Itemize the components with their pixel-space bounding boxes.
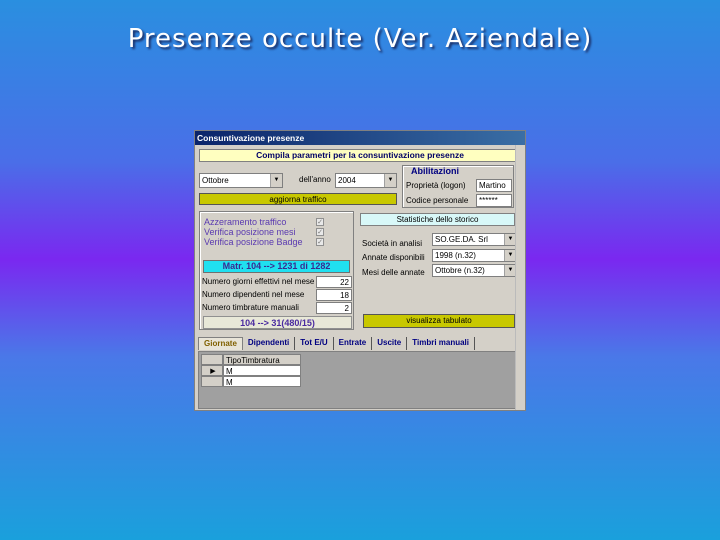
- tab-uscite[interactable]: Uscite: [372, 337, 408, 350]
- company-select[interactable]: SO.GE.DA. Srl ▼: [432, 233, 517, 246]
- years-label: Annate disponibili: [362, 253, 425, 262]
- verify-badge-label: Verifica posizione Badge: [204, 237, 303, 247]
- owner-field[interactable]: Martino: [476, 179, 512, 192]
- grid-corner: [201, 354, 223, 365]
- code-label: Codice personale: [406, 196, 469, 205]
- grid-header-tipo[interactable]: TipoTimbratura: [223, 354, 301, 365]
- stat-days-value: 22: [316, 276, 352, 288]
- grid-cell[interactable]: M: [223, 365, 301, 376]
- stat-days-label: Numero giorni effettivi nel mese: [202, 277, 315, 286]
- stat-employees-label: Numero dipendenti nel mese: [202, 290, 305, 299]
- owner-label: Proprietà (logon): [406, 181, 466, 190]
- data-grid: TipoTimbratura ▶ M M: [198, 351, 518, 409]
- company-select-value: SO.GE.DA. Srl: [435, 235, 488, 244]
- grid-header-row: TipoTimbratura: [201, 354, 301, 365]
- company-label: Società in analisi: [362, 239, 423, 248]
- table-row[interactable]: M: [201, 376, 301, 387]
- tab-dipendenti[interactable]: Dipendenti: [243, 337, 296, 350]
- instructions-banner: Compila parametri per la consuntivazione…: [199, 149, 521, 162]
- months-select-value: Ottobre (n.32): [435, 266, 485, 275]
- table-row[interactable]: ▶ M: [201, 365, 301, 376]
- row-selector: [201, 376, 223, 387]
- tab-timbri-manuali[interactable]: Timbri manuali: [407, 337, 475, 350]
- month-select[interactable]: Ottobre ▼: [199, 173, 283, 188]
- storico-title: Statistiche dello storico: [360, 213, 515, 226]
- abilitazioni-title: Abilitazioni: [411, 166, 459, 176]
- month-select-value: Ottobre: [202, 176, 229, 185]
- tab-entrate[interactable]: Entrate: [334, 337, 373, 350]
- current-row-icon: ▶: [201, 365, 223, 376]
- stat-manual-value: 2: [316, 302, 352, 314]
- matr-status-box: Matr. 104 --> 1231 di 1282: [203, 260, 350, 273]
- reset-traffic-label: Azzeramento traffico: [204, 217, 287, 227]
- slide-title: Presenze occulte (Ver. Aziendale): [127, 24, 593, 54]
- year-select-value: 2004: [338, 176, 356, 185]
- verify-months-checkbox[interactable]: ✓: [316, 228, 324, 236]
- chevron-down-icon[interactable]: ▼: [384, 174, 396, 187]
- abilitazioni-group: Abilitazioni Proprietà (logon) Martino C…: [402, 165, 514, 208]
- progress-status-box: 104 --> 31(480/15): [203, 316, 352, 329]
- stat-manual-label: Numero timbrature manuali: [202, 303, 299, 312]
- grid-cell[interactable]: M: [223, 376, 301, 387]
- months-label: Mesi delle annate: [362, 268, 425, 277]
- options-group: Azzeramento traffico ✓ Verifica posizion…: [199, 211, 354, 330]
- tab-giornate[interactable]: Giornate: [198, 337, 243, 350]
- window-title: Consuntivazione presenze: [195, 131, 525, 145]
- chevron-down-icon[interactable]: ▼: [270, 174, 282, 187]
- year-label: dell'anno: [299, 175, 331, 184]
- view-report-button[interactable]: visualizza tabulato: [363, 314, 515, 328]
- tab-tot-eu[interactable]: Tot E/U: [295, 337, 334, 350]
- code-field[interactable]: ******: [476, 194, 512, 207]
- consuntivazione-window: Consuntivazione presenze Compila paramet…: [194, 130, 526, 411]
- stat-employees-value: 18: [316, 289, 352, 301]
- tab-bar: Giornate Dipendenti Tot E/U Entrate Usci…: [198, 337, 518, 350]
- verify-months-label: Verifica posizione mesi: [204, 227, 296, 237]
- years-select[interactable]: 1998 (n.32) ▼: [432, 249, 517, 262]
- vertical-scrollbar[interactable]: [515, 145, 525, 410]
- update-traffic-button[interactable]: aggiorna traffico: [199, 193, 397, 205]
- verify-badge-checkbox[interactable]: ✓: [316, 238, 324, 246]
- reset-traffic-checkbox[interactable]: ✓: [316, 218, 324, 226]
- year-select[interactable]: 2004 ▼: [335, 173, 397, 188]
- months-select[interactable]: Ottobre (n.32) ▼: [432, 264, 517, 277]
- years-select-value: 1998 (n.32): [435, 251, 476, 260]
